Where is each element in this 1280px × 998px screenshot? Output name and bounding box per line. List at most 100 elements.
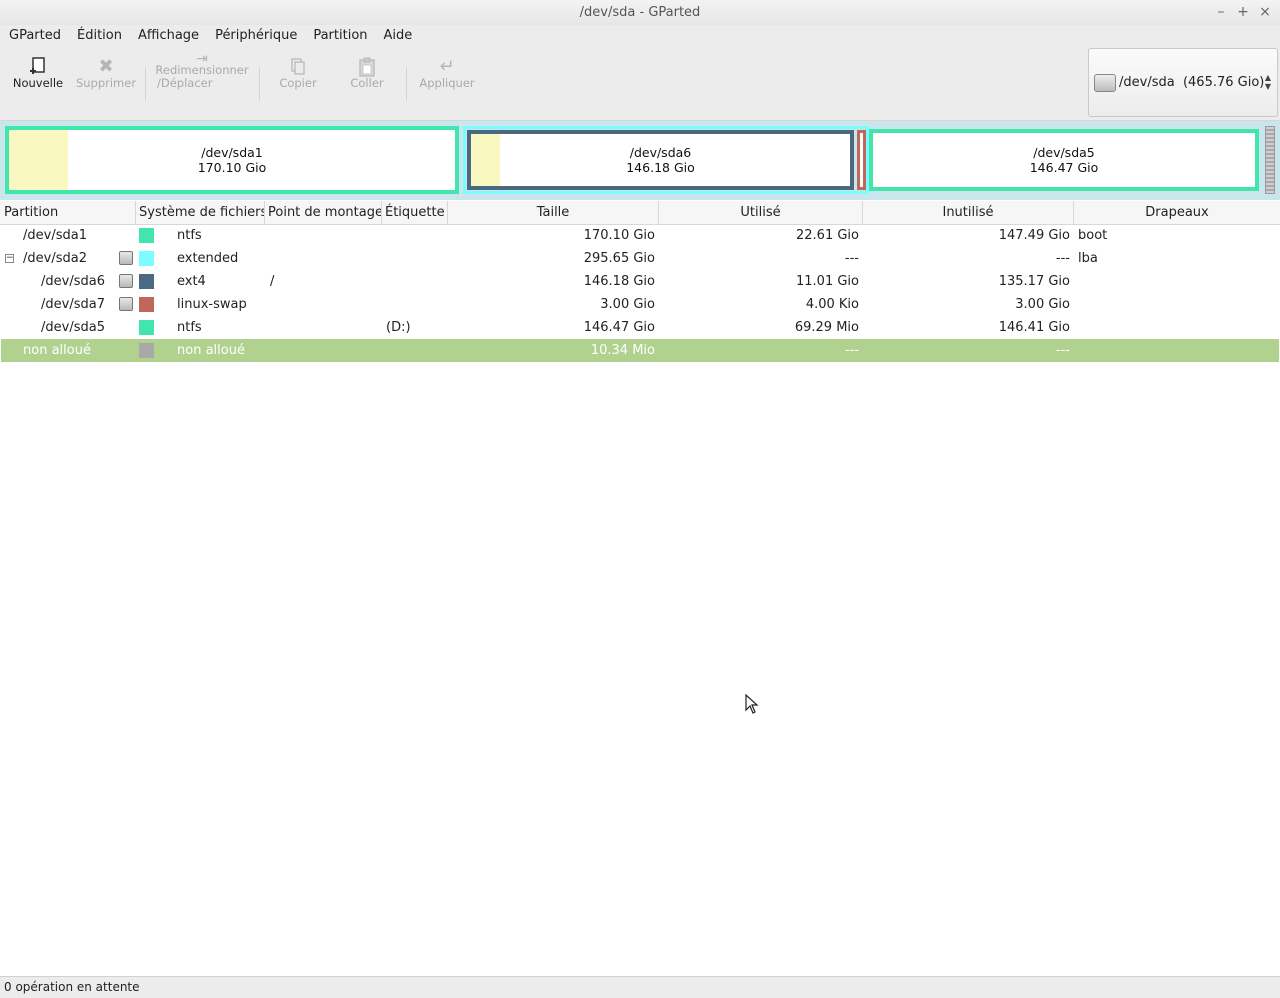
status-bar: 0 opération en attente <box>0 976 1280 998</box>
maximize-icon[interactable]: + <box>1232 0 1254 25</box>
cell-partition: /dev/sda1 <box>23 228 87 243</box>
apply-label: Appliquer <box>419 76 475 90</box>
graph-partition-sda2-extended[interactable]: /dev/sda6 146.18 Gio <box>463 126 869 194</box>
graph-partition-name: /dev/sda1 <box>201 145 263 160</box>
delete-button[interactable]: ✖ Supprimer <box>74 47 138 113</box>
minimize-icon[interactable]: – <box>1210 0 1232 25</box>
window-controls: – + × <box>1210 0 1276 25</box>
partition-table: Partition Système de fichiers Point de m… <box>0 201 1280 976</box>
cell-used: 69.29 Mio <box>794 320 859 335</box>
graph-unallocated[interactable] <box>1265 126 1275 194</box>
column-header-filesystem[interactable]: Système de fichiers <box>136 201 265 224</box>
table-row[interactable]: /dev/sda7 linux-swap 3.00 Gio 4.00 Kio 3… <box>1 293 1279 316</box>
column-header-used[interactable]: Utilisé <box>659 201 863 224</box>
cell-partition: non alloué <box>23 343 91 358</box>
cell-filesystem: extended <box>177 251 239 266</box>
delete-label: Supprimer <box>75 76 137 90</box>
column-header-partition[interactable]: Partition <box>0 201 136 224</box>
menu-edit[interactable]: Édition <box>68 25 129 47</box>
cell-used: 22.61 Gio <box>796 228 859 243</box>
cell-label: (D:) <box>386 320 411 335</box>
graph-partition-label: /dev/sda1 170.10 Gio <box>9 145 455 175</box>
cell-used: 4.00 Kio <box>805 297 859 312</box>
graph-partition-name: /dev/sda5 <box>1033 145 1095 160</box>
menu-bar: GParted Édition Affichage Périphérique P… <box>0 25 1280 47</box>
toolbar-separator <box>406 67 407 101</box>
lock-icon <box>119 297 133 311</box>
cell-unused: 147.49 Gio <box>998 228 1070 243</box>
graph-partition-size: 146.18 Gio <box>626 160 695 175</box>
cell-used: --- <box>844 343 859 358</box>
graph-partition-sda1[interactable]: /dev/sda1 170.10 Gio <box>5 126 459 194</box>
menu-partition[interactable]: Partition <box>304 25 374 47</box>
fs-color-swatch <box>139 343 154 358</box>
resize-move-button[interactable]: ⇥ Redimensionner /Déplacer <box>152 47 252 113</box>
new-partition-button[interactable]: Nouvelle <box>8 47 68 113</box>
new-partition-icon <box>8 47 68 77</box>
cell-flags: lba <box>1078 251 1098 266</box>
column-header-unused[interactable]: Inutilisé <box>863 201 1074 224</box>
mouse-cursor-icon <box>745 694 759 714</box>
table-row-selected[interactable]: non alloué non alloué 10.34 Mio --- --- <box>1 339 1279 362</box>
table-row[interactable]: /dev/sda1 ntfs 170.10 Gio 22.61 Gio 147.… <box>1 224 1279 247</box>
cell-partition: /dev/sda5 <box>41 320 105 335</box>
graph-partition-sda6[interactable]: /dev/sda6 146.18 Gio <box>467 130 854 190</box>
cell-unused: 146.41 Gio <box>998 320 1070 335</box>
column-header-mountpoint[interactable]: Point de montage <box>265 201 382 224</box>
resize-move-icon: ⇥ <box>196 51 208 67</box>
fs-color-swatch <box>139 274 154 289</box>
device-selector-label: /dev/sda (465.76 Gio) <box>1119 75 1264 90</box>
paste-icon <box>340 47 394 77</box>
toolbar: Nouvelle ✖ Supprimer ⇥ Redimensionner /D… <box>0 47 1280 121</box>
cell-flags: boot <box>1078 228 1108 243</box>
column-header-size[interactable]: Taille <box>448 201 659 224</box>
copy-icon <box>270 47 326 77</box>
graph-partition-sda7[interactable] <box>857 130 866 190</box>
title-bar: /dev/sda - GParted – + × <box>0 0 1280 25</box>
device-selector[interactable]: /dev/sda (465.76 Gio) ▲ ▼ <box>1088 48 1278 117</box>
cell-used: 11.01 Gio <box>796 274 859 289</box>
collapse-icon[interactable]: − <box>5 254 14 263</box>
graph-partition-sda5[interactable]: /dev/sda5 146.47 Gio <box>869 129 1259 191</box>
copy-label: Copier <box>279 76 317 90</box>
spin-arrows-icon: ▲ ▼ <box>1264 73 1271 91</box>
cell-size: 10.34 Mio <box>590 343 655 358</box>
column-header-label[interactable]: Étiquette <box>382 201 448 224</box>
copy-button[interactable]: Copier <box>270 47 326 113</box>
fs-color-swatch <box>139 297 154 312</box>
fs-color-swatch <box>139 320 154 335</box>
menu-view[interactable]: Affichage <box>129 25 206 47</box>
paste-button[interactable]: Coller <box>340 47 394 113</box>
cell-filesystem: ntfs <box>177 228 202 243</box>
table-row[interactable]: /dev/sda5 ntfs (D:) 146.47 Gio 69.29 Mio… <box>1 316 1279 339</box>
cell-filesystem: ntfs <box>177 320 202 335</box>
cell-mountpoint: / <box>270 274 275 289</box>
cell-unused: 3.00 Gio <box>1015 297 1070 312</box>
menu-gparted[interactable]: GParted <box>0 25 68 47</box>
delete-icon: ✖ <box>98 56 114 77</box>
cell-size: 295.65 Gio <box>583 251 655 266</box>
disk-graph: /dev/sda1 170.10 Gio /dev/sda6 146.18 Gi… <box>0 121 1280 200</box>
cell-unused: 135.17 Gio <box>998 274 1070 289</box>
graph-partition-size: 146.47 Gio <box>1029 160 1099 175</box>
cell-size: 170.10 Gio <box>583 228 655 243</box>
lock-icon <box>119 251 133 265</box>
cell-size: 146.18 Gio <box>583 274 655 289</box>
table-row[interactable]: − /dev/sda2 extended 295.65 Gio --- --- … <box>1 247 1279 270</box>
apply-icon: ↵ <box>439 56 455 77</box>
menu-device[interactable]: Périphérique <box>206 25 304 47</box>
close-icon[interactable]: × <box>1254 0 1276 25</box>
table-row[interactable]: /dev/sda6 ext4 / 146.18 Gio 11.01 Gio 13… <box>1 270 1279 293</box>
cell-size: 3.00 Gio <box>600 297 655 312</box>
cell-partition: /dev/sda6 <box>41 274 105 289</box>
cell-partition: /dev/sda7 <box>41 297 105 312</box>
cell-unused: --- <box>1055 251 1070 266</box>
graph-partition-label: /dev/sda6 146.18 Gio <box>471 145 850 175</box>
window-title: /dev/sda - GParted <box>579 5 701 20</box>
apply-button[interactable]: ↵ Appliquer <box>414 47 480 113</box>
pending-operations-status: 0 opération en attente <box>4 980 140 994</box>
column-header-flags[interactable]: Drapeaux <box>1074 201 1280 224</box>
menu-help[interactable]: Aide <box>375 25 420 47</box>
table-header: Partition Système de fichiers Point de m… <box>0 201 1280 225</box>
cell-filesystem: linux-swap <box>177 297 247 312</box>
